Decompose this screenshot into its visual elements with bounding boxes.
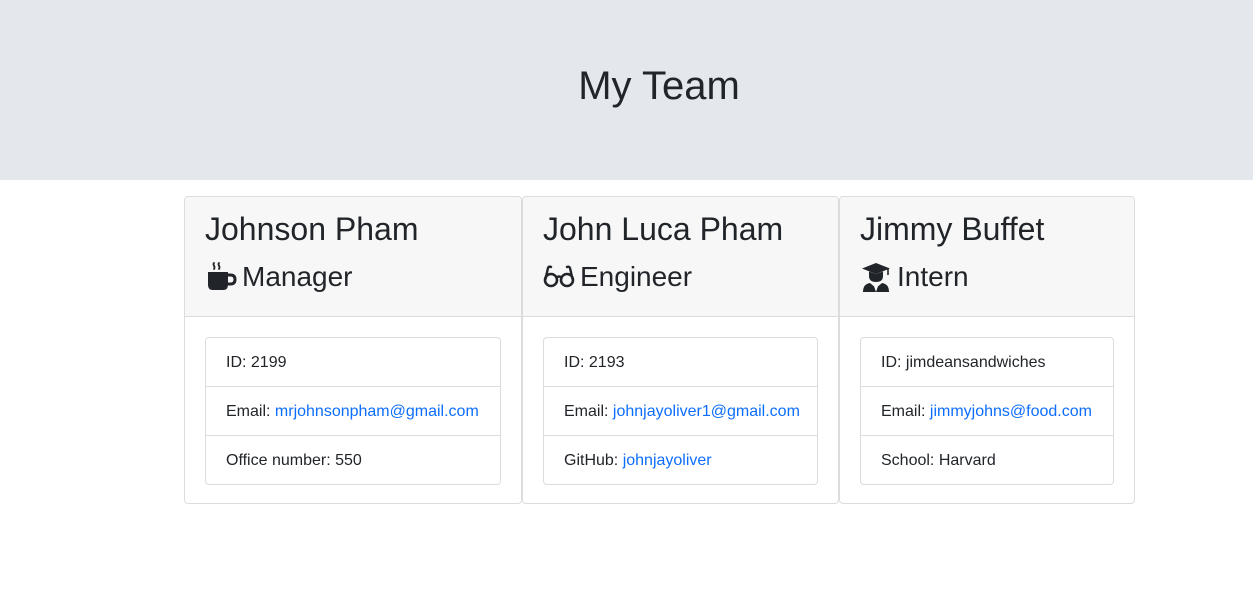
office-number-value: 550 bbox=[335, 452, 362, 469]
github-link[interactable]: johnjayoliver bbox=[623, 452, 712, 469]
email-prefix: Email: bbox=[881, 403, 930, 420]
employee-name: Jimmy Buffet bbox=[860, 211, 1045, 247]
list-item-id: ID: jimdeansandwiches bbox=[861, 338, 1113, 387]
card-header: Jimmy Buffet Intern bbox=[840, 197, 1134, 317]
employee-role: Manager bbox=[205, 257, 353, 297]
list-item-id: ID: 2193 bbox=[544, 338, 817, 387]
employee-name: John Luca Pham bbox=[543, 211, 784, 247]
school-value: Harvard bbox=[938, 452, 996, 469]
glasses-icon bbox=[543, 261, 575, 293]
list-item-id: ID: 2199 bbox=[206, 338, 500, 387]
role-label: Intern bbox=[897, 261, 969, 292]
employee-card-engineer: John Luca Pham Engineer ID: 2193 Email: … bbox=[522, 196, 839, 504]
employee-role: Engineer bbox=[543, 257, 692, 297]
card-header: Johnson Pham Manager bbox=[185, 197, 521, 317]
email-prefix: Email: bbox=[226, 403, 275, 420]
email-link[interactable]: johnjayoliver1@gmail.com bbox=[613, 403, 800, 420]
list-item-email: Email: johnjayoliver1@gmail.com bbox=[544, 387, 817, 436]
email-link[interactable]: jimmyjohns@food.com bbox=[930, 403, 1092, 420]
email-link[interactable]: mrjohnsonpham@gmail.com bbox=[275, 403, 479, 420]
card-header: John Luca Pham Engineer bbox=[523, 197, 838, 317]
graduate-icon bbox=[860, 261, 892, 293]
page-title: My Team bbox=[578, 64, 740, 108]
office-number-prefix: Office number: bbox=[226, 452, 336, 469]
list-item-school: School: Harvard bbox=[861, 436, 1113, 484]
list-item-office-number: Office number: 550 bbox=[206, 436, 500, 484]
details-list: ID: 2193 Email: johnjayoliver1@gmail.com… bbox=[543, 337, 818, 485]
list-item-email: Email: mrjohnsonpham@gmail.com bbox=[206, 387, 500, 436]
role-label: Manager bbox=[242, 261, 353, 292]
details-list: ID: jimdeansandwiches Email: jimmyjohns@… bbox=[860, 337, 1114, 485]
employee-name: Johnson Pham bbox=[205, 211, 419, 247]
list-item-github: GitHub: johnjayoliver bbox=[544, 436, 817, 484]
jumbotron-header: My Team bbox=[0, 0, 1253, 180]
details-list: ID: 2199 Email: mrjohnsonpham@gmail.com … bbox=[205, 337, 501, 485]
employee-card-manager: Johnson Pham Manager ID: 2199 Email: mrj… bbox=[184, 196, 522, 504]
employee-card-intern: Jimmy Buffet Intern ID: jimdeansandwiche… bbox=[839, 196, 1135, 504]
list-item-email: Email: jimmyjohns@food.com bbox=[861, 387, 1113, 436]
github-prefix: GitHub: bbox=[564, 452, 623, 469]
role-label: Engineer bbox=[580, 261, 693, 292]
employee-role: Intern bbox=[860, 257, 969, 297]
coffee-mug-icon bbox=[205, 261, 237, 293]
email-prefix: Email: bbox=[564, 403, 613, 420]
school-prefix: School: bbox=[881, 452, 939, 469]
